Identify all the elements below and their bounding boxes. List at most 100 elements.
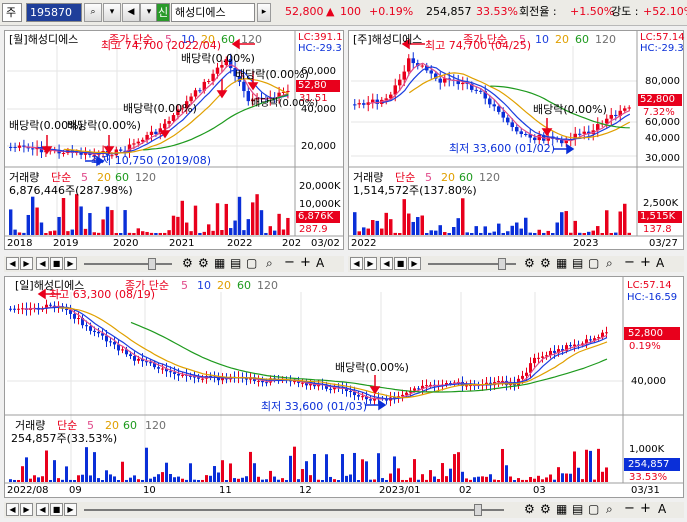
daily-volume-bar <box>217 472 220 482</box>
weekly-grid-icon[interactable]: ▦ <box>556 256 567 270</box>
weekly-zoom-icon[interactable]: ⌕ <box>606 256 613 271</box>
monthly-volume-bar <box>44 232 48 235</box>
daily-gear-icon[interactable]: ⚙ <box>540 502 551 516</box>
weekly-volume-bar <box>461 198 465 235</box>
monthly-play-button[interactable]: ▶ <box>64 257 77 270</box>
weekly-zoom-out-button[interactable]: − <box>624 255 635 270</box>
monthly-volume-bar <box>26 214 30 235</box>
daily-volume-bar <box>293 446 296 482</box>
monthly-settings-icon[interactable]: ⚙ <box>182 256 193 270</box>
daily-date: 03/31 <box>631 485 660 496</box>
daily-play-button[interactable]: ▶ <box>64 503 77 516</box>
daily-first-button[interactable]: ◀ <box>6 503 19 516</box>
daily-volume-bar <box>233 478 236 482</box>
monthly-grid-icon[interactable]: ▦ <box>214 256 225 270</box>
daily-zoom-icon[interactable]: ⌕ <box>606 502 613 517</box>
weekly-volume-bar <box>542 232 546 235</box>
monthly-zoom-in-button[interactable]: + <box>300 255 311 270</box>
daily-volume-bar <box>301 469 304 482</box>
monthly-scroll-handle[interactable] <box>148 258 156 270</box>
monthly-zoom-icon[interactable]: ⌕ <box>266 256 273 271</box>
monthly-gear-icon[interactable]: ⚙ <box>198 256 209 270</box>
weekly-tick-80000: 80,000 <box>645 76 680 87</box>
daily-volume-bar <box>597 448 600 482</box>
weekly-gear-icon[interactable]: ⚙ <box>540 256 551 270</box>
weekly-layout-icon[interactable]: ▤ <box>572 256 583 270</box>
daily-hc: HC:-16.59 <box>627 292 678 303</box>
weekly-settings-icon[interactable]: ⚙ <box>524 256 535 270</box>
weekly-play-button[interactable]: ▶ <box>408 257 421 270</box>
monthly-volume-bar <box>9 209 13 235</box>
daily-layout-icon[interactable]: ▤ <box>572 502 583 516</box>
speaker-icon[interactable]: ◀ <box>122 3 140 22</box>
daily-xtick-4: 11 <box>219 485 232 496</box>
monthly-candle <box>171 115 176 121</box>
stock-list-icon[interactable]: ▸ <box>257 3 271 22</box>
credit-badge: 신 <box>156 3 170 22</box>
daily-prev-button[interactable]: ◀ <box>36 503 49 516</box>
stock-name-field[interactable]: 해성디에스 <box>171 3 255 22</box>
daily-zoom-in-button[interactable]: + <box>640 501 651 516</box>
monthly-tick-20000: 20,000 <box>301 141 336 152</box>
weekly-first-button[interactable]: ◀ <box>350 257 363 270</box>
daily-volume-bar <box>473 477 476 482</box>
weekly-zoom-in-button[interactable]: + <box>640 255 651 270</box>
weekly-candle <box>479 90 483 92</box>
monthly-candle <box>189 96 193 102</box>
monthly-volume-bar <box>119 232 123 235</box>
weekly-volume-bar <box>434 230 438 235</box>
monthly-stop-button[interactable]: ■ <box>50 257 63 270</box>
monthly-hc: HC:-29.3 <box>298 43 342 54</box>
daily-volume-bar <box>393 456 396 482</box>
monthly-first-button[interactable]: ◀ <box>6 257 19 270</box>
daily-font-button[interactable]: A <box>658 502 666 516</box>
stock-code-input[interactable]: 195870 <box>26 3 82 22</box>
daily-grid-icon[interactable]: ▦ <box>556 502 567 516</box>
daily-chart-panel[interactable]: [일]해성디에스 종가 단순 5 10 20 60 120 LC:57.14 H… <box>4 276 684 498</box>
weekly-volume-bar <box>353 212 357 235</box>
weekly-window-icon[interactable]: ▢ <box>588 256 599 270</box>
daily-volume-bar <box>525 479 528 482</box>
monthly-next-button[interactable]: ▶ <box>20 257 33 270</box>
weekly-scroll-handle[interactable] <box>498 258 506 270</box>
daily-zoom-out-button[interactable]: − <box>624 501 635 516</box>
monthly-font-button[interactable]: A <box>316 256 324 270</box>
daily-next-button[interactable]: ▶ <box>20 503 33 516</box>
monthly-volume-bar <box>83 228 88 235</box>
weekly-stop-button[interactable]: ■ <box>394 257 407 270</box>
monthly-scroll-track[interactable] <box>84 263 172 265</box>
daily-candle <box>329 388 332 390</box>
weekly-volume-bar <box>519 228 523 235</box>
weekly-font-button[interactable]: A <box>656 256 664 270</box>
daily-scroll-handle[interactable] <box>474 504 482 516</box>
monthly-volume-bar <box>233 220 237 235</box>
daily-volume-bar <box>45 450 48 482</box>
monthly-price-box: 52,80 <box>296 80 340 92</box>
daily-scroll-track[interactable] <box>84 509 504 511</box>
chevron-down-icon[interactable]: ▾ <box>103 3 121 22</box>
monthly-window-icon[interactable]: ▢ <box>246 256 257 270</box>
search-icon[interactable]: ⌕ <box>84 3 102 22</box>
weekly-volume-bar <box>569 232 573 235</box>
daily-xtick-3: 10 <box>143 485 156 496</box>
monthly-volume-bar <box>198 232 202 235</box>
market-select[interactable]: 주 <box>2 3 22 22</box>
daily-stop-button[interactable]: ■ <box>50 503 63 516</box>
weekly-chart-panel[interactable]: [주]해성디에스 종가 단순 5 10 20 60 120 LC:57.14 H… <box>348 30 685 250</box>
daily-settings-icon[interactable]: ⚙ <box>524 502 535 516</box>
daily-volume-bar <box>465 478 468 482</box>
monthly-prev-button[interactable]: ◀ <box>36 257 49 270</box>
daily-volume-bar <box>545 477 548 482</box>
weekly-prev-button[interactable]: ◀ <box>380 257 393 270</box>
weekly-volume-bar <box>537 229 541 235</box>
daily-volume-bar <box>77 475 80 482</box>
monthly-vol-ma-label: 단순 <box>51 171 72 184</box>
daily-window-icon[interactable]: ▢ <box>588 502 599 516</box>
weekly-next-button[interactable]: ▶ <box>364 257 377 270</box>
current-price: 52,800 <box>285 5 324 18</box>
monthly-layout-icon[interactable]: ▤ <box>230 256 241 270</box>
monthly-zoom-out-button[interactable]: − <box>284 255 295 270</box>
daily-volume-bar <box>169 474 172 482</box>
daily-volume-bar <box>113 476 116 482</box>
monthly-chart-panel[interactable]: [월]해성디에스 종가 단순 5 10 20 60 120 LC:391.1 H… <box>4 30 344 250</box>
